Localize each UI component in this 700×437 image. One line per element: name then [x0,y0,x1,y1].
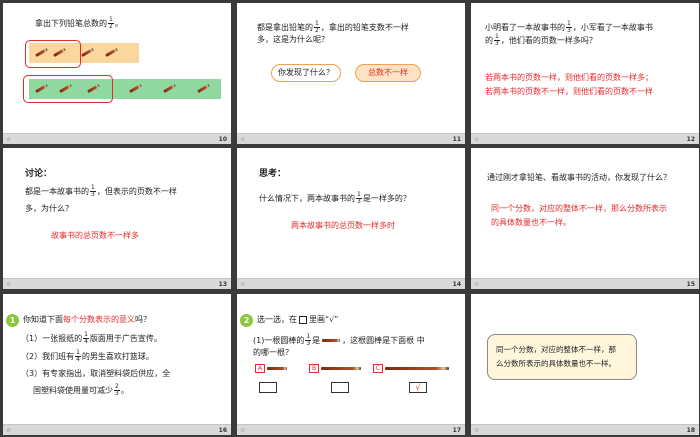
answer-box-b[interactable] [331,382,349,393]
slide-number: 16 [218,427,227,434]
slide-18[interactable]: 同一个分数，对应的整体不一样，那 么分数所表示的具体数量也不一样。 ☆ 18 [471,294,699,435]
slide-16-item-3: （3）有专家指出，取消塑料袋后供应，全 [21,369,171,378]
speech-bubble-left: 你发现了什么？ [271,64,341,82]
slide-footer: ☆ 16 [3,424,231,435]
star-icon: ☆ [6,281,12,288]
slide-footer: ☆ 11 [237,133,465,144]
fraction: 12 [108,16,114,30]
slide-15-question: 通过刚才拿铅笔、看故事书的活动，你发现了什么？ [487,173,671,182]
selection-ring-top [25,40,81,68]
slide-16-item-2: （2）我们班有 1 4 的男生喜欢打篮球。 [21,349,154,363]
slide-number: 17 [452,427,461,434]
blank-box-icon [299,315,307,324]
star-icon: ☆ [240,427,246,434]
slide-14-heading: 思考： [259,169,287,179]
slide-number: 12 [686,136,695,143]
star-icon: ☆ [240,281,246,288]
slide-10-title: 拿出下列铅笔总数的 1 2。 [35,16,123,30]
slide-13[interactable]: 讨论： 都是一本故事书的 1 3 ，但表示的页数不一样 多，为什么？ 故事书的总页数不… [3,148,231,289]
fraction: 23 [114,383,120,397]
slide-footer: ☆ 14 [237,278,465,289]
slide-number: 18 [686,427,695,434]
slide-16[interactable]: 1 你知道下面每个分数表示的意义吗？ （1）一张报纸的 1 4 版面用于广告宣传。 （… [3,294,231,435]
fraction: 13 [494,33,500,48]
slide-footer: ☆ 13 [3,278,231,289]
slide-14-answer: 两本故事书的总页数一样多时 [291,221,395,230]
slide-16-item-3-cont: 国塑料袋使用量可减少 2 3。 [33,383,129,397]
option-c-label: C [373,364,383,373]
fraction: 12 [314,20,320,34]
slide-number: 15 [686,281,695,288]
slide-footer: ☆ 12 [471,133,699,144]
slide-number: 10 [218,136,227,143]
option-b-label: B [309,364,319,373]
question-number-badge: 2 [240,314,253,327]
star-icon: ☆ [240,136,246,143]
slide-number: 13 [218,281,227,288]
slide-footer: ☆ 15 [471,278,699,289]
checkmark-icon: √ [415,383,421,392]
slide-footer: ☆ 17 [237,424,465,435]
fraction: 14 [75,349,81,363]
slide-footer: ☆ 10 [3,133,231,144]
slide-number: 14 [452,281,461,288]
slide-17-question: (1)一根圆棒的 1 3 是，这根圆棒是下面根 中 的哪一根？ [253,333,425,358]
summary-text: 同一个分数，对应的整体不一样，那 么分数所表示的具体数量也不一样。 [496,345,616,368]
fraction: 13 [90,184,96,198]
slide-14[interactable]: 思考： 什么情况下，两本故事书的 1 3 是一样多的？ 两本故事书的总页数一样多时 ☆… [237,148,465,289]
slide-footer: ☆ 18 [471,424,699,435]
slide-13-answer: 故事书的总页数不一样多 [51,231,139,240]
slide-17[interactable]: 2 选一选，在 里画“√” (1)一根圆棒的 1 3 是，这根圆棒是下面根 中 的哪一根… [237,294,465,435]
slide-12-answer: 若两本书的页数一样，则他们看的页数一样多； 若两本书的页数不一样，则他们看的页数不… [485,73,653,97]
slide-13-heading: 讨论： [25,169,53,179]
fraction: 13 [566,20,572,34]
fraction: 14 [83,331,89,345]
slide-13-question: 都是一本故事书的 1 3 ，但表示的页数不一样 多，为什么？ [25,184,177,213]
rod-icon [322,339,341,342]
answer-box-c[interactable]: √ [409,382,427,393]
slide-16-item-1: （1）一张报纸的 1 4 版面用于广告宣传。 [21,331,162,345]
star-icon: ☆ [474,281,480,288]
slide-15-answer: 同一个分数，对应的整体不一样，那么分数所表示 的具体数量也不一样。 [491,204,667,228]
question-number-badge: 1 [6,314,19,327]
option-a-label: A [255,364,265,373]
star-icon: ☆ [6,427,12,434]
star-icon: ☆ [474,136,480,143]
fraction: 13 [305,333,312,347]
rod-option-a [267,367,287,370]
slide-12[interactable]: 小明看了一本故事书的 1 3 ，小军看了一本故事书 的 1 3 ，他们看的页数一样多吗？ 若… [471,3,699,144]
answer-box-a[interactable] [259,382,277,393]
rod-option-c [385,367,449,370]
summary-box: 同一个分数，对应的整体不一样，那 么分数所表示的具体数量也不一样。 [487,334,637,380]
slide-11[interactable]: 都是拿出铅笔的 1 2 ，拿出的铅笔支数不一样 多，这是为什么呢？ 你发现了什么？ 总… [237,3,465,144]
slide-12-question: 小明看了一本故事书的 1 3 ，小军看了一本故事书 的 1 3 ，他们看的页数一样多吗？ [485,20,653,48]
slide-10[interactable]: 拿出下列铅笔总数的 1 2。 ☆ 10 [3,3,231,144]
star-icon: ☆ [474,427,480,434]
selection-ring-bottom [23,75,113,103]
star-icon: ☆ [6,136,12,143]
slide-17-title: 选一选，在 里画“√” [257,315,339,324]
rod-option-b [321,367,361,370]
slide-16-question: 你知道下面每个分数表示的意义吗？ [23,315,151,324]
slide-15[interactable]: 通过刚才拿铅笔、看故事书的活动，你发现了什么？ 同一个分数，对应的整体不一样，那… [471,148,699,289]
speech-bubble-right: 总数不一样 [355,64,421,82]
slide-14-question: 什么情况下，两本故事书的 1 3 是一样多的？ [259,191,411,205]
fraction: 13 [356,191,362,205]
slide-number: 11 [452,136,461,143]
slide-11-question: 都是拿出铅笔的 1 2 ，拿出的铅笔支数不一样 多，这是为什么呢？ [257,20,409,45]
